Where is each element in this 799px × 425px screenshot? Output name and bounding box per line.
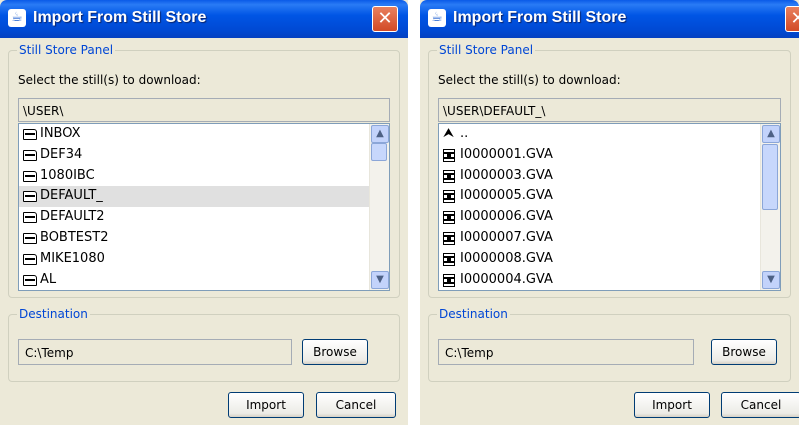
list-item-label: AL: [40, 271, 57, 287]
browse-button[interactable]: Browse: [302, 339, 368, 365]
parent-folder-icon: ⮝: [443, 126, 455, 141]
import-dialog-right: ☕ Import From Still Store ✕ Still Store …: [420, 0, 799, 425]
current-path-field: \USER\DEFAULT_\: [438, 98, 781, 122]
browse-button[interactable]: Browse: [711, 339, 777, 365]
title-bar[interactable]: ☕ Import From Still Store ✕: [420, 0, 799, 38]
list-item[interactable]: I0000004.GVA: [439, 270, 761, 290]
still-list[interactable]: ⮝.. I0000001.GVA I0000003.GVA I0000005.GVA I…: [438, 123, 781, 291]
film-icon: [443, 231, 455, 245]
destination-field[interactable]: C:\Temp: [438, 339, 694, 365]
dialog-title: Import From Still Store: [33, 9, 207, 26]
list-item[interactable]: AL: [19, 270, 370, 290]
list-item-label: BOBTEST2: [40, 229, 109, 245]
destination-field[interactable]: C:\Temp: [18, 339, 292, 365]
still-list[interactable]: INBOX DEF34 1080IBC DEFAULT_ DEFAULT2 BOBTEST…: [18, 123, 390, 291]
vertical-scrollbar[interactable]: ▲ ▼: [760, 124, 780, 290]
java-app-icon: ☕: [8, 9, 26, 27]
folder-icon: [23, 253, 37, 265]
select-prompt: Select the still(s) to download:: [18, 73, 201, 87]
import-button[interactable]: Import: [228, 392, 304, 418]
current-path-field: \USER\: [18, 98, 390, 122]
film-icon: [443, 211, 455, 225]
list-item-label: I0000004.GVA: [460, 271, 553, 287]
film-icon: [443, 252, 455, 266]
film-icon: [443, 148, 455, 162]
list-item-label: DEF34: [40, 146, 83, 162]
close-button[interactable]: ✕: [372, 6, 398, 32]
import-button[interactable]: Import: [634, 392, 710, 418]
list-item-label: INBOX: [40, 126, 81, 141]
folder-icon: [23, 170, 37, 182]
folder-icon: [23, 191, 37, 203]
list-item[interactable]: I0000005.GVA: [439, 186, 761, 207]
folder-icon: [23, 149, 37, 161]
list-item-label: 1080IBC: [40, 167, 95, 183]
list-item[interactable]: 1080IBC: [19, 166, 370, 187]
list-item-label: I0000001.GVA: [460, 146, 553, 162]
list-item-label: I0000005.GVA: [460, 188, 553, 204]
list-item-label: I0000003.GVA: [460, 167, 553, 183]
list-item-label: I0000008.GVA: [460, 250, 553, 266]
folder-icon: [23, 129, 37, 140]
film-icon: [443, 190, 455, 204]
cancel-button[interactable]: Cancel: [316, 392, 396, 418]
list-item[interactable]: I0000006.GVA: [439, 207, 761, 228]
java-app-icon: ☕: [428, 9, 446, 27]
title-bar[interactable]: ☕ Import From Still Store ✕: [0, 0, 408, 38]
list-item-label: I0000006.GVA: [460, 209, 553, 225]
list-item[interactable]: INBOX: [19, 124, 370, 145]
folder-icon: [23, 274, 37, 286]
scroll-up-button[interactable]: ▲: [762, 125, 780, 143]
scroll-thumb[interactable]: [371, 143, 387, 161]
scroll-thumb[interactable]: [762, 144, 778, 210]
import-dialog-left: ☕ Import From Still Store ✕ Still Store …: [0, 0, 408, 425]
close-button[interactable]: ✕: [785, 6, 799, 32]
list-item-label: DEFAULT2: [40, 209, 105, 225]
list-item[interactable]: I0000007.GVA: [439, 228, 761, 249]
list-item-label: I0000007.GVA: [460, 229, 553, 245]
destination-label: Destination: [437, 307, 510, 321]
panel-label: Still Store Panel: [17, 43, 116, 57]
select-prompt: Select the still(s) to download:: [438, 73, 621, 87]
destination-label: Destination: [17, 307, 90, 321]
list-item[interactable]: ⮝..: [439, 124, 761, 145]
list-item-label: MIKE1080: [40, 250, 105, 266]
scroll-down-button[interactable]: ▼: [762, 271, 780, 289]
list-item[interactable]: DEF34: [19, 145, 370, 166]
scroll-down-button[interactable]: ▼: [371, 271, 389, 289]
film-icon: [443, 169, 455, 183]
list-item[interactable]: I0000001.GVA: [439, 145, 761, 166]
list-item[interactable]: I0000003.GVA: [439, 166, 761, 187]
vertical-scrollbar[interactable]: ▲ ▼: [369, 124, 389, 290]
scroll-up-button[interactable]: ▲: [371, 125, 389, 143]
list-item-label: ..: [460, 126, 469, 141]
list-item[interactable]: BOBTEST2: [19, 228, 370, 249]
list-item-label: DEFAULT_: [40, 188, 103, 204]
list-item[interactable]: MIKE1080: [19, 249, 370, 270]
list-item[interactable]: DEFAULT_: [19, 186, 370, 208]
cancel-button[interactable]: Cancel: [721, 392, 799, 418]
list-item[interactable]: DEFAULT2: [19, 207, 370, 228]
list-item[interactable]: I0000008.GVA: [439, 249, 761, 270]
film-icon: [443, 273, 455, 287]
dialog-title: Import From Still Store: [453, 9, 627, 26]
folder-icon: [23, 232, 37, 244]
folder-icon: [23, 212, 37, 224]
panel-label: Still Store Panel: [437, 43, 536, 57]
